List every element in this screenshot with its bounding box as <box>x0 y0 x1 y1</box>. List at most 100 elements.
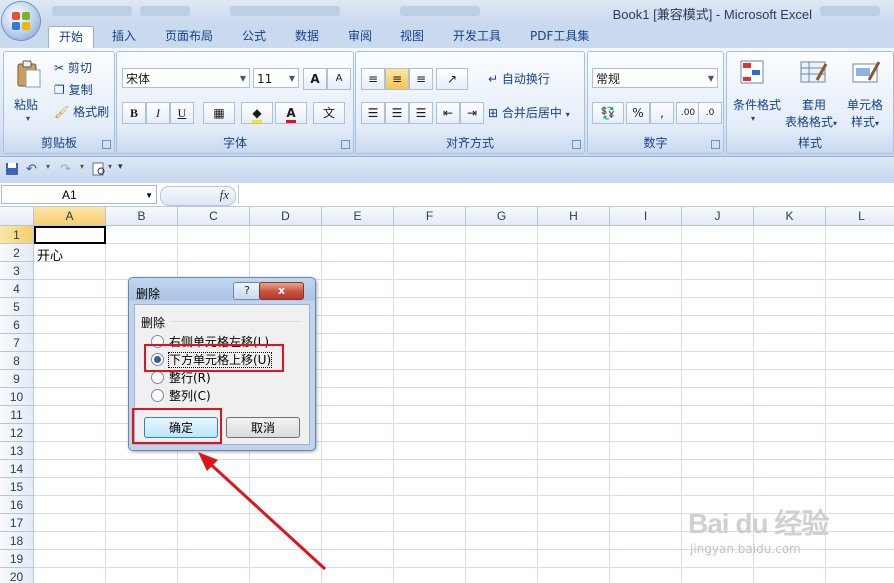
chevron-down-icon[interactable]: ▾ <box>46 162 60 176</box>
column-header-j[interactable]: J <box>682 207 754 226</box>
comma-button[interactable]: , <box>650 102 674 124</box>
font-launcher-icon[interactable] <box>341 140 350 149</box>
row-header-13[interactable]: 13 <box>0 442 34 460</box>
column-header-d[interactable]: D <box>250 207 322 226</box>
chevron-down-icon[interactable]: ▾ <box>751 114 755 123</box>
column-header-i[interactable]: I <box>610 207 682 226</box>
table-format-button[interactable]: 套用 <box>802 96 826 113</box>
column-header-l[interactable]: L <box>826 207 894 226</box>
orientation-button[interactable]: ↗ <box>436 68 468 90</box>
paste-button[interactable]: 粘贴 <box>14 96 38 113</box>
tab-review[interactable]: 审阅 <box>338 26 382 47</box>
row-header-9[interactable]: 9 <box>0 370 34 388</box>
cell-styles-label[interactable]: 样式▾ <box>851 113 879 130</box>
row-header-12[interactable]: 12 <box>0 424 34 442</box>
phonetic-button[interactable]: 文 <box>313 102 345 124</box>
bold-button[interactable]: B <box>122 102 146 124</box>
tab-developer[interactable]: 开发工具 <box>443 26 511 47</box>
column-header-a[interactable]: A <box>34 207 106 226</box>
option-entire-column[interactable]: 整列(C) <box>151 387 211 404</box>
tab-formulas[interactable]: 公式 <box>232 26 276 47</box>
row-header-7[interactable]: 7 <box>0 334 34 352</box>
number-launcher-icon[interactable] <box>711 140 720 149</box>
close-button[interactable]: x <box>259 282 304 300</box>
row-header-19[interactable]: 19 <box>0 550 34 568</box>
align-center-button[interactable]: ☰ <box>385 102 409 124</box>
column-header-b[interactable]: B <box>106 207 178 226</box>
copy-button[interactable]: ❐ 复制 <box>54 81 93 98</box>
customize-toolbar-icon[interactable]: ▾ <box>118 162 132 176</box>
insert-function-button[interactable]: fx <box>160 186 236 206</box>
row-header-3[interactable]: 3 <box>0 262 34 280</box>
row-header-20[interactable]: 20 <box>0 568 34 583</box>
row-header-2[interactable]: 2 <box>0 244 34 262</box>
clipboard-launcher-icon[interactable] <box>102 140 111 149</box>
save-icon[interactable] <box>5 162 19 176</box>
formula-input[interactable] <box>238 185 893 204</box>
align-left-button[interactable]: ☰ <box>361 102 385 124</box>
underline-button[interactable]: U <box>170 102 194 124</box>
italic-button[interactable]: I <box>146 102 170 124</box>
row-header-10[interactable]: 10 <box>0 388 34 406</box>
row-header-17[interactable]: 17 <box>0 514 34 532</box>
row-header-5[interactable]: 5 <box>0 298 34 316</box>
row-header-1[interactable]: 1 <box>0 226 34 244</box>
tab-insert[interactable]: 插入 <box>102 26 146 47</box>
decrease-indent-button[interactable]: ⇤ <box>436 102 460 124</box>
align-top-button[interactable]: ≡ <box>361 68 385 90</box>
column-header-h[interactable]: H <box>538 207 610 226</box>
number-format-select[interactable]: 常规 ▼ <box>592 68 718 88</box>
increase-decimal-button[interactable]: .00 <box>676 102 700 124</box>
cancel-button[interactable]: 取消 <box>226 417 300 438</box>
cut-button[interactable]: ✂ 剪切 <box>54 59 92 76</box>
column-header-f[interactable]: F <box>394 207 466 226</box>
font-size-select[interactable]: 11 ▼ <box>253 68 299 88</box>
column-header-e[interactable]: E <box>322 207 394 226</box>
merge-center-button[interactable]: ⊞ 合并后居中 ▾ <box>488 104 570 121</box>
row-header-16[interactable]: 16 <box>0 496 34 514</box>
cell-styles-button[interactable]: 单元格 <box>847 96 883 113</box>
decrease-decimal-button[interactable]: .0 <box>698 102 722 124</box>
column-header-c[interactable]: C <box>178 207 250 226</box>
print-preview-icon[interactable] <box>92 162 106 176</box>
table-format-label[interactable]: 表格格式▾ <box>785 113 837 130</box>
align-middle-button[interactable]: ≡ <box>385 68 409 90</box>
redo-icon[interactable]: ↷ <box>60 162 74 177</box>
wrap-text-button[interactable]: ↵ 自动换行 <box>488 70 550 87</box>
row-header-14[interactable]: 14 <box>0 460 34 478</box>
cell-a2[interactable]: 开心 <box>37 245 63 264</box>
row-header-11[interactable]: 11 <box>0 406 34 424</box>
row-header-18[interactable]: 18 <box>0 532 34 550</box>
help-button[interactable]: ? <box>233 282 261 300</box>
active-cell[interactable] <box>34 226 106 244</box>
conditional-format-button[interactable]: 条件格式 <box>733 96 781 113</box>
row-header-8[interactable]: 8 <box>0 352 34 370</box>
tab-view[interactable]: 视图 <box>390 26 434 47</box>
column-header-g[interactable]: G <box>466 207 538 226</box>
tab-pdf-tools[interactable]: PDF工具集 <box>520 26 599 47</box>
column-header-k[interactable]: K <box>754 207 826 226</box>
increase-indent-button[interactable]: ⇥ <box>460 102 484 124</box>
select-all-corner[interactable] <box>0 207 34 226</box>
grow-font-button[interactable]: A <box>303 68 327 90</box>
font-color-button[interactable]: A <box>275 102 307 124</box>
alignment-launcher-icon[interactable] <box>572 140 581 149</box>
tab-home[interactable]: 开始 <box>48 26 95 49</box>
tab-page-layout[interactable]: 页面布局 <box>155 26 223 47</box>
row-header-6[interactable]: 6 <box>0 316 34 334</box>
name-box[interactable]: A1 ▼ <box>1 185 157 204</box>
borders-button[interactable]: ▦ <box>203 102 235 124</box>
align-bottom-button[interactable]: ≡ <box>409 68 433 90</box>
paste-dropdown-icon[interactable]: ▾ <box>26 114 30 123</box>
office-button[interactable] <box>2 2 40 40</box>
undo-icon[interactable]: ↶ <box>26 162 40 177</box>
format-painter-button[interactable]: 🖌 格式刷 <box>54 103 109 120</box>
align-right-button[interactable]: ☰ <box>409 102 433 124</box>
shrink-font-button[interactable]: A <box>327 68 351 90</box>
fill-color-button[interactable]: ◆ <box>241 102 273 124</box>
currency-button[interactable]: 💱 <box>592 102 624 124</box>
percent-button[interactable]: % <box>626 102 650 124</box>
row-header-4[interactable]: 4 <box>0 280 34 298</box>
tab-data[interactable]: 数据 <box>285 26 329 47</box>
row-header-15[interactable]: 15 <box>0 478 34 496</box>
